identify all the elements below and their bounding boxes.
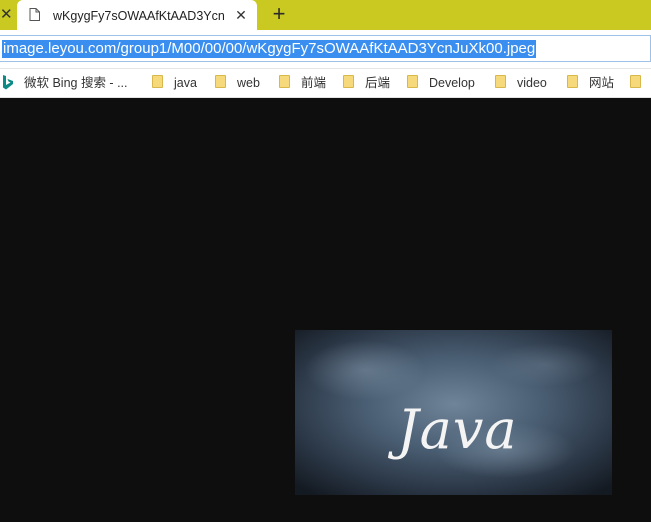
bookmark-website[interactable]: 网站 bbox=[567, 74, 622, 92]
url-field[interactable]: image.leyou.com/group1/M00/00/00/wKgygFy… bbox=[0, 35, 651, 62]
image-text: Java bbox=[387, 398, 518, 461]
address-bar: image.leyou.com/group1/M00/00/00/wKgygFy… bbox=[0, 30, 651, 69]
folder-icon bbox=[495, 75, 506, 88]
tab-strip: ✕ wKgygFy7sOWAAfKtAAD3Ycn ✕ + bbox=[0, 0, 651, 30]
tab-title: wKgygFy7sOWAAfKtAAD3Ycn bbox=[53, 9, 225, 23]
image-viewer: Java bbox=[0, 98, 651, 522]
bookmark-label: video bbox=[517, 76, 547, 90]
bookmark-video[interactable]: video bbox=[495, 74, 555, 92]
bookmarks-bar: 微软 Bing 搜索 - ... java web 前端 后端 Develop … bbox=[0, 69, 651, 98]
folder-icon bbox=[407, 75, 418, 88]
document-icon bbox=[29, 8, 40, 21]
java-chalkboard-image: Java bbox=[295, 330, 612, 495]
folder-icon bbox=[152, 75, 163, 88]
folder-icon bbox=[279, 75, 290, 88]
bookmark-frontend[interactable]: 前端 bbox=[279, 74, 334, 92]
folder-icon bbox=[215, 75, 226, 88]
bookmark-label: java bbox=[174, 76, 197, 90]
bookmark-label: Develop bbox=[429, 76, 475, 90]
bookmark-label: 网站 bbox=[589, 76, 615, 90]
bing-icon bbox=[3, 75, 13, 90]
bookmark-web[interactable]: web bbox=[215, 74, 270, 92]
folder-icon bbox=[343, 75, 354, 88]
new-tab-icon[interactable]: + bbox=[268, 3, 290, 25]
bookmark-label: web bbox=[237, 76, 260, 90]
bookmark-partial[interactable] bbox=[630, 74, 651, 92]
bookmark-develop[interactable]: Develop bbox=[407, 74, 482, 92]
bookmark-java[interactable]: java bbox=[152, 74, 207, 92]
folder-icon bbox=[630, 75, 641, 88]
browser-tab[interactable]: wKgygFy7sOWAAfKtAAD3Ycn ✕ bbox=[17, 0, 257, 30]
bookmark-backend[interactable]: 后端 bbox=[343, 74, 398, 92]
url-text[interactable]: image.leyou.com/group1/M00/00/00/wKgygFy… bbox=[2, 40, 537, 58]
bookmark-bing[interactable]: 微软 Bing 搜索 - ... bbox=[2, 74, 132, 92]
bookmark-label: 后端 bbox=[365, 76, 391, 90]
close-icon[interactable]: ✕ bbox=[0, 6, 13, 24]
bookmark-label: 微软 Bing 搜索 - ... bbox=[24, 76, 128, 90]
folder-icon bbox=[567, 75, 578, 88]
tab-close-icon[interactable]: ✕ bbox=[233, 7, 249, 23]
bookmark-label: 前端 bbox=[301, 76, 327, 90]
